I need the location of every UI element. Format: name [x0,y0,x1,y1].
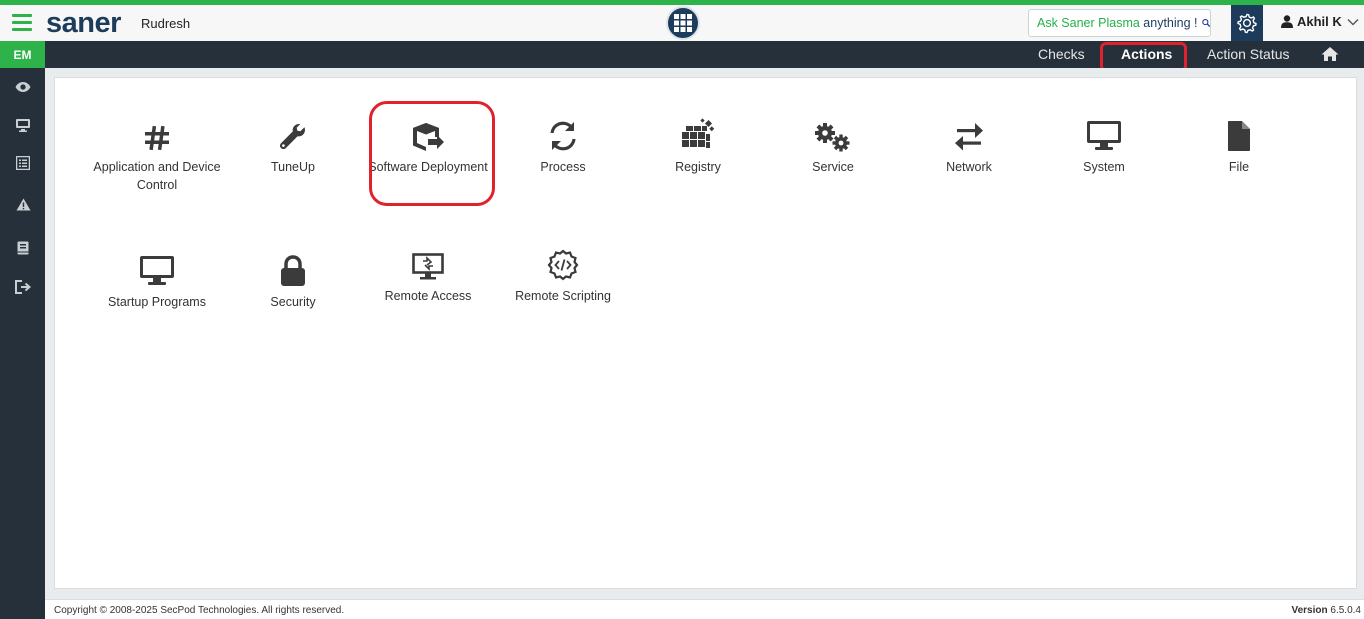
chevron-down-icon [1347,18,1359,25]
version-text: Version 6.5.0.4 [1291,605,1361,616]
action-label: Process [540,160,586,174]
wrench-icon [280,123,305,150]
action-system[interactable]: System [1039,116,1169,176]
page-footer: Copyright © 2008-2025 SecPod Technologie… [45,599,1364,619]
action-label: File [1228,160,1250,174]
action-registry[interactable]: Registry [633,116,763,176]
action-label: Remote Access [384,289,472,303]
action-application-device-control[interactable]: Application and Device Control [92,116,222,194]
action-tuneup[interactable]: TuneUp [228,116,358,176]
left-sidebar [0,68,45,619]
lock-icon [281,255,305,286]
book-icon[interactable] [14,239,32,257]
cubes-icon [682,118,715,148]
logout-icon[interactable] [14,278,32,296]
tab-checks[interactable]: Checks [1038,41,1085,68]
copyright-text: Copyright © 2008-2025 SecPod Technologie… [54,605,345,616]
action-startup-programs[interactable]: Startup Programs [92,251,222,311]
saner-logo[interactable]: saner [46,7,121,39]
user-menu[interactable]: Akhil K [1281,14,1363,29]
home-icon [1321,47,1339,61]
action-file[interactable]: File [1174,116,1304,176]
ask-saner-search[interactable]: Ask Saner Plasma anything ! [1028,9,1211,37]
action-network[interactable]: Network [904,116,1034,176]
action-process[interactable]: Process [498,116,628,176]
list-icon[interactable] [14,154,32,172]
desktop-icon [140,256,174,285]
grid-icon [674,14,692,32]
sync-icon [550,121,576,151]
action-security[interactable]: Security [228,251,358,311]
action-service[interactable]: Service [768,116,898,176]
action-label: Security [270,295,316,309]
remote-desktop-icon [412,253,444,280]
cogs-icon [815,123,850,152]
tenant-name: Rudresh [141,16,191,31]
action-label: Application and Device Control [93,160,221,192]
monitor-icon[interactable] [14,116,32,134]
menu-icon[interactable] [12,14,32,32]
user-name: Akhil K [1297,14,1342,29]
action-label: Service [812,160,854,174]
apps-grid-button[interactable] [666,6,700,40]
user-icon [1281,15,1293,28]
action-remote-access[interactable]: Remote Access [363,251,493,305]
action-label: Startup Programs [108,295,206,309]
warning-icon[interactable] [14,195,32,213]
code-gear-icon [547,249,579,281]
settings-button[interactable] [1231,5,1263,41]
app-header: saner Rudresh Ask Saner Plasma anything … [0,5,1364,41]
action-label: System [1083,160,1125,174]
action-remote-scripting[interactable]: Remote Scripting [498,249,628,305]
file-icon [1228,121,1250,151]
hash-icon [145,125,169,151]
ask-placeholder: Ask Saner Plasma anything ! [1037,16,1198,30]
software-deployment-highlight [369,101,495,206]
action-label: TuneUp [270,160,315,174]
gear-icon [1237,13,1257,34]
search-icon[interactable] [1201,16,1210,30]
monitor-icon [1087,121,1121,150]
action-label: Network [946,160,992,174]
tab-action-status[interactable]: Action Status [1207,41,1290,68]
action-label: Remote Scripting [515,289,611,303]
home-button[interactable] [1321,46,1339,67]
action-label: Registry [675,160,721,174]
em-badge[interactable]: EM [0,41,45,68]
eye-icon[interactable] [14,78,32,96]
exchange-icon [955,123,983,151]
